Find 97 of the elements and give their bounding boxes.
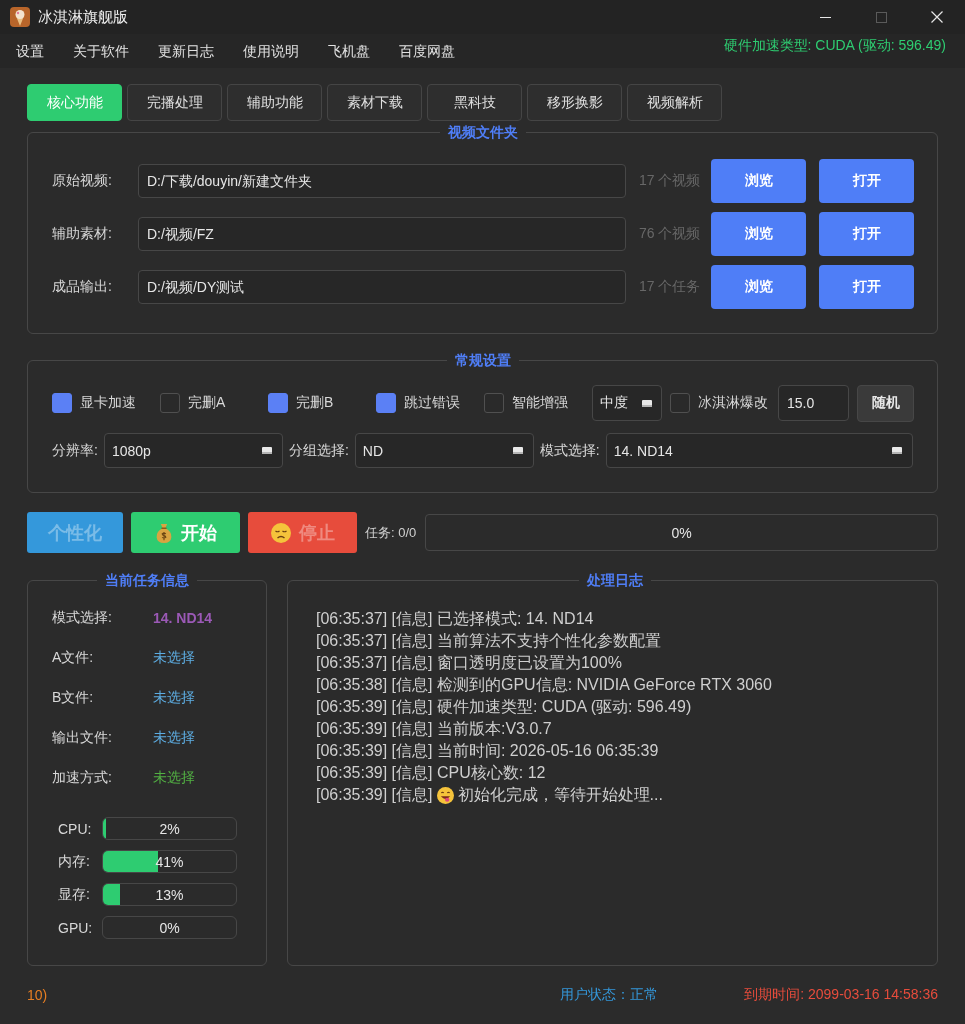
path-field[interactable]: D:/视频/FZ <box>138 217 626 251</box>
group-title: 视频文件夹 <box>446 124 519 140</box>
minimize-icon <box>819 16 831 18</box>
meter-reading: 0% <box>159 919 180 936</box>
count-label: 76 个视频 <box>639 225 702 243</box>
menu-item[interactable]: 使用说明 <box>243 34 299 68</box>
progress-reading: 0% <box>671 524 692 541</box>
tab[interactable]: 辅助功能 <box>227 84 322 121</box>
open-button[interactable]: 打开 <box>819 265 914 309</box>
field-label: 分组选择: <box>288 441 349 460</box>
checkbox[interactable] <box>52 393 72 413</box>
dropdown[interactable]: 中度 <box>592 385 662 421</box>
menu-item[interactable]: 飞机盘 <box>328 34 370 68</box>
window-title: 冰淇淋旗舰版 <box>38 7 129 27</box>
close-icon <box>931 11 943 23</box>
open-button[interactable]: 打开 <box>819 159 914 203</box>
meter-label: GPU: <box>58 919 94 936</box>
browse-button[interactable]: 浏览 <box>711 159 806 203</box>
info-label: B文件: <box>52 689 95 707</box>
info-value: 未选择 <box>153 649 195 667</box>
info-value: 未选择 <box>153 689 195 707</box>
log-line: [06:35:39] [信息] CPU核心数: 12 <box>316 763 547 783</box>
sad-face-icon <box>270 522 291 543</box>
log-line: [06:35:38] [信息] 检测到的GPU信息: NVIDIA GeForce RTX 3060 <box>316 675 773 695</box>
menu-item[interactable]: 百度网盘 <box>399 34 455 68</box>
tongue-out-face-icon <box>436 786 454 804</box>
checkbox[interactable] <box>160 393 180 413</box>
browse-button[interactable]: 浏览 <box>711 265 806 309</box>
number-field[interactable]: 15.0 <box>778 385 849 421</box>
info-label: 模式选择: <box>52 609 113 627</box>
tab[interactable]: 黑科技 <box>427 84 522 121</box>
tab[interactable]: 素材下载 <box>327 84 422 121</box>
field-label: 辅助素材: <box>52 225 113 243</box>
checkbox[interactable] <box>268 393 288 413</box>
money-bag-icon <box>154 522 173 543</box>
log-line: [06:35:39] [信息] 当前时间: 2026-05-16 06:35:39 <box>316 741 660 761</box>
path-field[interactable]: D:/视频/DY测试 <box>138 270 626 304</box>
checkbox-label: 完删B <box>296 394 334 412</box>
info-value: 未选择 <box>153 769 195 787</box>
meter-label: 内存: <box>58 852 91 871</box>
checkbox[interactable] <box>376 393 396 413</box>
group-title: 当前任务信息 <box>104 572 190 588</box>
checkbox[interactable] <box>484 393 504 413</box>
group-title: 常规设置 <box>453 352 512 368</box>
dropdown[interactable]: ND <box>354 433 534 468</box>
dropdown-indicator-icon <box>642 399 652 407</box>
meter-label: CPU: <box>58 820 93 837</box>
meter-label: 显存: <box>58 885 91 904</box>
expiry-time: 到期时间: 2099-03-16 14:58:36 <box>744 986 938 1004</box>
path-field[interactable]: D:/下载/douyin/新建文件夹 <box>138 164 626 198</box>
browse-button[interactable]: 浏览 <box>711 212 806 256</box>
log-prefix: [06:35:39] [信息] <box>316 785 433 805</box>
hardware-status: 硬件加速类型: CUDA (驱动: 596.49) <box>723 36 946 55</box>
status-code: 10) <box>27 987 48 1003</box>
open-button[interactable]: 打开 <box>819 212 914 256</box>
dropdown-indicator-icon <box>512 447 523 454</box>
tab[interactable]: 完播处理 <box>127 84 222 121</box>
field-label: 模式选择: <box>539 441 600 460</box>
task-count: 任务: 0/0 <box>365 523 417 542</box>
checkbox-label: 智能增强 <box>512 394 568 412</box>
ice-cream-icon <box>10 7 30 27</box>
checkbox-label: 完删A <box>188 394 226 412</box>
tab[interactable]: 视频解析 <box>627 84 722 121</box>
checkbox-label: 冰淇淋爆改 <box>698 394 768 412</box>
log-line: [06:35:39] [信息] 当前版本:V3.0.7 <box>316 719 553 739</box>
checkbox-label: 显卡加速 <box>80 394 136 412</box>
field-label: 分辨率: <box>52 441 98 460</box>
checkbox-label: 跳过错误 <box>404 394 460 412</box>
info-label: 输出文件: <box>52 729 113 747</box>
log-line: [06:35:39] [信息] 硬件加速类型: CUDA (驱动: 596.49) <box>316 697 693 717</box>
meter-reading: 2% <box>159 820 180 837</box>
tab[interactable]: 移形换影 <box>527 84 622 121</box>
menu-item[interactable]: 设置 <box>16 34 44 68</box>
log-line: [06:35:37] [信息] 当前算法不支持个性化参数配置 <box>316 631 662 651</box>
info-value: 14. ND14 <box>153 610 213 626</box>
info-label: A文件: <box>52 649 95 667</box>
info-label: 加速方式: <box>52 769 113 787</box>
log-message: 初始化完成，等待开始处理... <box>457 785 663 805</box>
group-title: 处理日志 <box>585 572 644 588</box>
menu-item[interactable]: 更新日志 <box>158 34 214 68</box>
user-status: 用户状态：正常 <box>560 986 659 1004</box>
menu-item[interactable]: 关于软件 <box>73 34 129 68</box>
meter-reading: 13% <box>155 886 184 903</box>
info-value: 未选择 <box>153 729 195 747</box>
count-label: 17 个任务 <box>639 278 702 296</box>
field-label: 原始视频: <box>52 172 113 190</box>
random-button[interactable]: 随机 <box>857 384 914 422</box>
dropdown[interactable]: 14. ND14 <box>605 433 913 468</box>
dropdown[interactable]: 1080p <box>103 433 283 468</box>
checkbox[interactable] <box>670 393 690 413</box>
count-label: 17 个视频 <box>639 172 702 190</box>
field-label: 成品输出: <box>52 278 113 296</box>
maximize-icon <box>875 11 887 23</box>
log-line: [06:35:37] [信息] 已选择模式: 14. ND14 <box>316 609 595 629</box>
dropdown-indicator-icon <box>261 447 272 454</box>
log-line: [06:35:37] [信息] 窗口透明度已设置为100% <box>316 653 623 673</box>
dropdown-indicator-icon <box>892 447 902 454</box>
